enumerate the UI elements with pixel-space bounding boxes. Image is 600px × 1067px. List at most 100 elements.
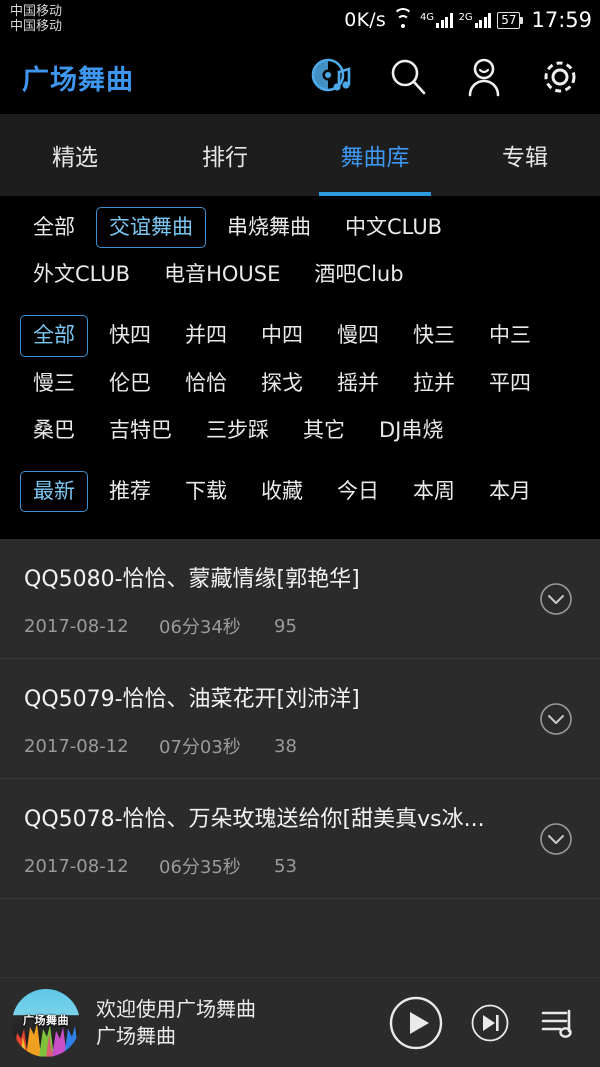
- album-art-caption: 广场舞曲: [23, 1014, 69, 1028]
- play-button[interactable]: [388, 995, 444, 1051]
- user-icon[interactable]: [462, 55, 506, 99]
- filter-chip-category[interactable]: 串烧舞曲: [214, 207, 324, 248]
- song-meta: 2017-08-12 07分03秒 38: [24, 733, 530, 759]
- filter-chip-style[interactable]: 快三: [400, 315, 468, 356]
- filter-chip-category[interactable]: 外文CLUB: [20, 254, 143, 295]
- filter-chip-style[interactable]: 全部: [20, 315, 88, 357]
- filter-chip-style[interactable]: 中四: [248, 315, 316, 356]
- sort-chip-newest[interactable]: 最新: [20, 470, 88, 513]
- wifi-icon: [392, 8, 414, 29]
- filter-chip-style[interactable]: 快四: [96, 315, 164, 356]
- filter-chip-style[interactable]: 桑巴: [20, 410, 88, 451]
- next-track-button[interactable]: [470, 1003, 510, 1043]
- signal-bars-icon-2: 2G: [458, 11, 492, 28]
- filter-chip-style[interactable]: 恰恰: [172, 363, 240, 404]
- song-duration: 06分35秒: [159, 857, 241, 879]
- status-indicators: 0K/s 4G 2G 57 17:59: [344, 8, 592, 32]
- song-count: 95: [274, 615, 297, 637]
- song-count: 53: [274, 855, 297, 877]
- filter-chip-category[interactable]: 酒吧Club: [301, 254, 416, 295]
- song-duration: 06分34秒: [159, 617, 241, 639]
- chevron-down-icon[interactable]: [538, 821, 574, 857]
- sort-filter-row: 最新 推荐 下载 收藏 今日 本周 本月: [0, 468, 600, 515]
- now-playing-subtitle: 广场舞曲: [96, 1023, 176, 1048]
- filter-chip-style[interactable]: 吉特巴: [96, 410, 185, 451]
- page-title: 广场舞曲: [22, 64, 134, 96]
- status-bar: 中国移动 中国移动 0K/s 4G 2G 57 17:59: [0, 0, 600, 40]
- song-count: 38: [274, 735, 297, 757]
- gear-icon[interactable]: [538, 55, 582, 99]
- tab-label: 舞曲库: [340, 145, 410, 171]
- category-filter-row: 全部 交谊舞曲 串烧舞曲 中文CLUB 外文CLUB 电音HOUSE 酒吧Clu…: [0, 204, 600, 298]
- music-disc-icon[interactable]: [310, 55, 354, 99]
- filter-chip-style[interactable]: 慢四: [324, 315, 392, 356]
- song-title: QQ5080-恰恰、蒙藏情缘[郭艳华]: [24, 567, 360, 593]
- song-title: QQ5078-恰恰、万朵玫瑰送给你[甜美真vs冰...: [24, 807, 485, 833]
- filter-chip-style[interactable]: 慢三: [20, 363, 88, 404]
- song-date: 2017-08-12: [24, 855, 129, 877]
- now-playing-text: 欢迎使用广场舞曲 广场舞曲: [96, 996, 256, 1050]
- filter-chip-style[interactable]: 其它: [290, 410, 358, 451]
- song-meta: 2017-08-12 06分35秒 53: [24, 853, 530, 879]
- tab-featured[interactable]: 精选: [0, 114, 150, 196]
- filter-chip-style[interactable]: DJ串烧: [366, 410, 456, 451]
- network-speed: 0K/s: [344, 9, 386, 31]
- now-playing-title: 欢迎使用广场舞曲: [96, 996, 256, 1021]
- list-item[interactable]: QQ5080-恰恰、蒙藏情缘[郭艳华] 2017-08-12 06分34秒 95: [0, 539, 600, 660]
- battery-icon: 57: [497, 11, 524, 29]
- song-date: 2017-08-12: [24, 615, 129, 637]
- network-type-2: 2G: [458, 11, 473, 23]
- tab-label: 排行: [202, 145, 248, 171]
- tab-ranking[interactable]: 排行: [150, 114, 300, 196]
- chevron-down-icon[interactable]: [538, 701, 574, 737]
- app-root: 中国移动 中国移动 0K/s 4G 2G 57 17:59 广场舞曲 精选 排行…: [0, 0, 600, 1067]
- filter-chip-category[interactable]: 中文CLUB: [332, 207, 455, 248]
- filter-chip-style[interactable]: 伦巴: [96, 363, 164, 404]
- sort-chip-this-month[interactable]: 本月: [476, 471, 544, 512]
- song-meta: 2017-08-12 06分34秒 95: [24, 613, 530, 639]
- song-title: QQ5079-恰恰、油菜花开[刘沛洋]: [24, 687, 360, 713]
- list-item[interactable]: QQ5079-恰恰、油菜花开[刘沛洋] 2017-08-12 07分03秒 38: [0, 659, 600, 780]
- song-list: QQ5080-恰恰、蒙藏情缘[郭艳华] 2017-08-12 06分34秒 95…: [0, 539, 600, 1020]
- sort-chip-downloads[interactable]: 下载: [172, 471, 240, 512]
- chevron-down-icon[interactable]: [538, 581, 574, 617]
- tab-albums[interactable]: 专辑: [450, 114, 600, 196]
- sort-chip-today[interactable]: 今日: [324, 471, 392, 512]
- filter-chip-style[interactable]: 并四: [172, 315, 240, 356]
- filter-chip-category[interactable]: 交谊舞曲: [96, 207, 206, 249]
- filter-chip-style[interactable]: 探戈: [248, 363, 316, 404]
- filter-chip-category[interactable]: 电音HOUSE: [151, 254, 293, 295]
- filter-chip-style[interactable]: 平四: [476, 363, 544, 404]
- clock: 17:59: [531, 8, 592, 32]
- signal-bars-icon-1: 4G: [419, 11, 453, 28]
- song-date: 2017-08-12: [24, 735, 129, 757]
- filter-chip-style[interactable]: 中三: [476, 315, 544, 356]
- app-header: 广场舞曲: [0, 40, 600, 114]
- filter-panel: 全部 交谊舞曲 串烧舞曲 中文CLUB 外文CLUB 电音HOUSE 酒吧Clu…: [0, 196, 600, 520]
- player-controls: [388, 995, 586, 1051]
- network-type-1: 4G: [419, 11, 435, 23]
- sort-chip-recommended[interactable]: 推荐: [96, 471, 164, 512]
- sort-chip-favorites[interactable]: 收藏: [248, 471, 316, 512]
- carrier-labels: 中国移动 中国移动: [10, 5, 62, 34]
- tab-label: 精选: [52, 145, 98, 171]
- tab-label: 专辑: [502, 145, 548, 171]
- player-bar: 广场舞曲 欢迎使用广场舞曲 广场舞曲: [0, 977, 600, 1067]
- tab-dance-library[interactable]: 舞曲库: [300, 114, 450, 196]
- battery-level: 57: [501, 13, 517, 27]
- tab-bar: 精选 排行 舞曲库 专辑: [0, 114, 600, 196]
- filter-chip-style[interactable]: 摇并: [324, 363, 392, 404]
- carrier-sim2: 中国移动: [10, 19, 63, 34]
- filter-chip-style[interactable]: 拉并: [400, 363, 468, 404]
- sort-chip-this-week[interactable]: 本周: [400, 471, 468, 512]
- filter-chip-category[interactable]: 全部: [20, 207, 88, 248]
- song-duration: 07分03秒: [159, 737, 241, 759]
- list-item[interactable]: QQ5078-恰恰、万朵玫瑰送给你[甜美真vs冰... 2017-08-12 0…: [0, 779, 600, 900]
- filter-chip-style[interactable]: 三步踩: [193, 410, 282, 451]
- playlist-button[interactable]: [536, 1001, 580, 1045]
- header-actions: [310, 55, 582, 99]
- search-icon[interactable]: [386, 55, 430, 99]
- style-filter-row: 全部 快四 并四 中四 慢四 快三 中三 慢三 伦巴 恰恰 探戈 摇并 拉并 平…: [0, 312, 600, 454]
- carrier-sim1: 中国移动: [10, 4, 63, 20]
- album-art[interactable]: 广场舞曲: [12, 988, 80, 1057]
